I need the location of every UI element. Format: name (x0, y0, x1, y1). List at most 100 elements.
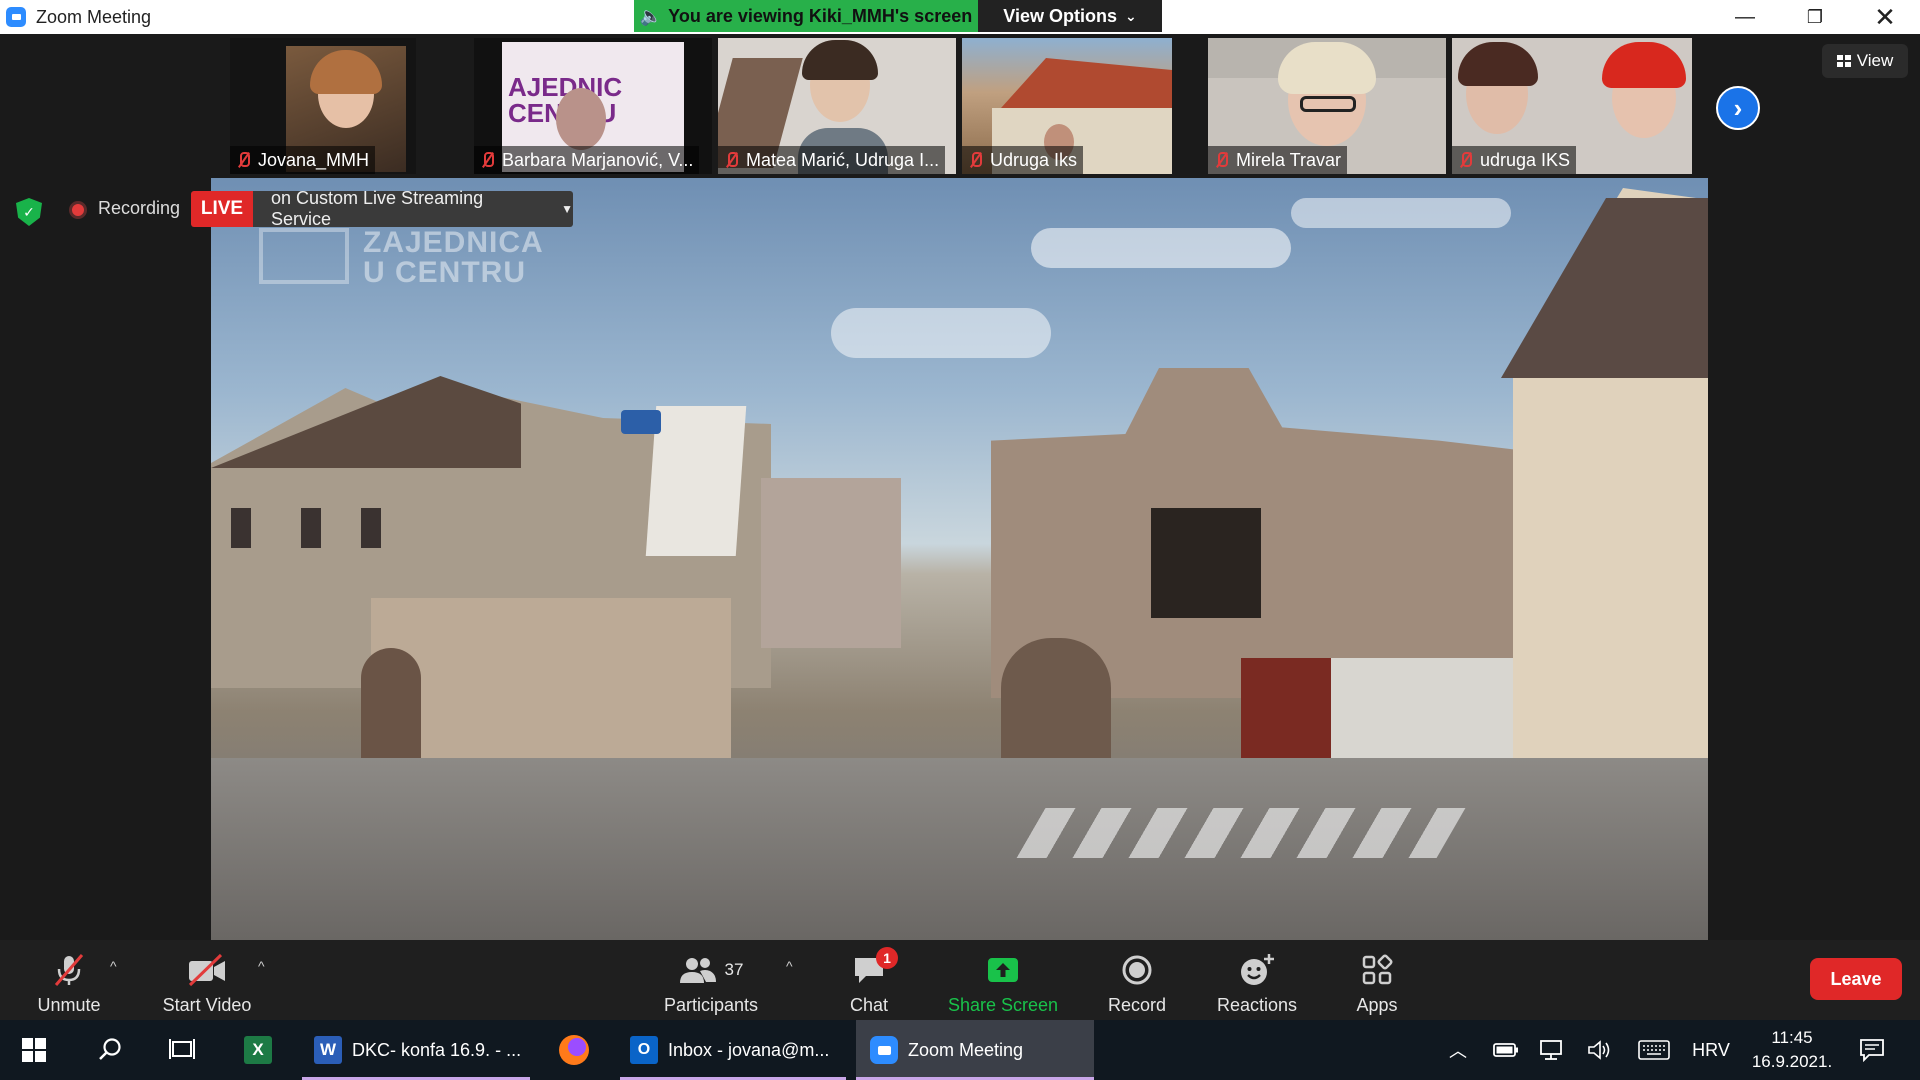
participant-tile[interactable]: Matea Marić, Udruga I... (718, 38, 956, 174)
zoom-app-icon (6, 7, 26, 27)
next-page-button[interactable]: › (1716, 86, 1760, 130)
apps-label: Apps (1356, 995, 1398, 1015)
record-label: Record (1107, 995, 1167, 1015)
share-screen-button[interactable]: Share Screen (938, 950, 1068, 1016)
search-icon (99, 1038, 121, 1060)
participant-tile[interactable]: AJEDNICCENTRU Barbara Marjanović, V... (474, 38, 712, 174)
input-language[interactable]: HRV (1686, 1020, 1736, 1080)
clock-time: 11:45 (1771, 1028, 1813, 1047)
taskbar-word-label: DKC- konfa 16.9. - ... (352, 1039, 522, 1060)
meeting-toolbar: Unmute ^ Start Video ^ 37 Participants ^… (0, 940, 1920, 1020)
recording-icon (69, 201, 87, 219)
mic-muted-icon (1456, 151, 1474, 169)
speaker-icon: 🔈 (639, 5, 663, 26)
taskbar-zoom[interactable]: Zoom Meeting (856, 1020, 1094, 1080)
mic-muted-icon (722, 151, 740, 169)
chat-label: Chat (849, 995, 889, 1015)
participant-tile[interactable]: Udruga Iks (962, 38, 1172, 174)
participant-tile[interactable]: Jovana_MMH (230, 38, 416, 174)
network-icon[interactable] (1534, 1020, 1570, 1080)
participant-name: Udruga Iks (990, 149, 1078, 170)
audio-options-caret[interactable]: ^ (110, 958, 117, 974)
outlook-icon: O (630, 1036, 658, 1064)
restore-icon: ❐ (1806, 6, 1824, 27)
taskbar-outlook[interactable]: O Inbox - jovana@m... (620, 1020, 846, 1080)
restore-button[interactable]: ❐ (1780, 0, 1850, 34)
task-view-button[interactable] (164, 1020, 200, 1080)
zoom-taskbar-icon (870, 1036, 898, 1064)
close-button[interactable]: ✕ (1850, 0, 1920, 34)
taskbar-excel[interactable]: X (240, 1020, 276, 1080)
record-button[interactable]: Record (1072, 950, 1202, 1016)
close-icon: ✕ (1874, 1, 1896, 32)
word-icon: W (314, 1036, 342, 1064)
system-clock[interactable]: 11:45 16.9.2021. (1742, 1020, 1842, 1080)
mic-muted-icon (1212, 151, 1230, 169)
mic-muted-icon (478, 151, 496, 169)
live-streaming-dropdown[interactable]: on Custom Live Streaming Service ▼ (253, 188, 573, 229)
viewing-banner-text: You are viewing Kiki_MMH's screen (668, 5, 973, 26)
mic-muted-icon (234, 151, 252, 169)
shared-screen: ZAJEDNICA U CENTRU (211, 178, 1708, 940)
smiley-plus-icon (1241, 954, 1274, 985)
firefox-icon (559, 1035, 589, 1065)
participants-label: Participants (663, 995, 759, 1015)
participants-count: 37 (724, 960, 744, 979)
reactions-button[interactable]: Reactions (1192, 950, 1322, 1016)
leave-button[interactable]: Leave (1810, 958, 1902, 1000)
participant-name: Mirela Travar (1236, 149, 1342, 170)
participant-name: Barbara Marjanović, V... (502, 149, 694, 170)
recording-status: Recording (98, 198, 181, 218)
task-view-icon (169, 1039, 195, 1059)
chat-unread-badge: 1 (876, 947, 898, 969)
notifications-icon[interactable] (1854, 1020, 1890, 1080)
participants-button[interactable]: 37 Participants (646, 950, 776, 1016)
start-button[interactable] (16, 1020, 52, 1080)
participants-icon (679, 958, 716, 983)
apps-button[interactable]: Apps (1312, 950, 1442, 1016)
gallery-grid-icon (1836, 55, 1851, 67)
live-badge: LIVE (191, 191, 253, 227)
watermark-text-line1: ZAJEDNICA (363, 226, 544, 259)
taskbar-firefox[interactable] (556, 1020, 592, 1080)
share-screen-label: Share Screen (947, 995, 1059, 1015)
microphone-muted-icon (52, 953, 86, 987)
chevron-right-icon: › (1733, 92, 1743, 123)
windows-taskbar: X W DKC- konfa 16.9. - ... O Inbox - jov… (0, 1020, 1920, 1080)
battery-icon[interactable] (1488, 1020, 1524, 1080)
apps-icon (1362, 954, 1393, 985)
share-screen-icon (988, 958, 1018, 982)
video-options-caret[interactable]: ^ (258, 958, 265, 974)
reactions-label: Reactions (1216, 995, 1298, 1015)
keyboard-icon[interactable] (1634, 1020, 1674, 1080)
participants-options-caret[interactable]: ^ (786, 958, 793, 974)
view-button[interactable]: View (1822, 44, 1908, 78)
watermark-text-line2: U CENTRU (363, 256, 526, 289)
show-hidden-icons-button[interactable]: ︿ (1440, 1020, 1476, 1080)
mic-muted-icon (966, 151, 984, 169)
volume-icon[interactable] (1582, 1020, 1618, 1080)
participant-tile[interactable]: Mirela Travar (1208, 38, 1446, 174)
participant-name: udruga IKS (1480, 149, 1571, 170)
minimize-button[interactable]: — (1710, 0, 1780, 34)
taskbar-outlook-label: Inbox - jovana@m... (668, 1039, 830, 1060)
video-off-icon (187, 953, 227, 987)
view-options-label: View Options (1003, 5, 1117, 26)
search-button[interactable] (92, 1020, 128, 1080)
participant-name: Matea Marić, Udruga I... (746, 149, 940, 170)
participant-name: Jovana_MMH (258, 149, 370, 170)
view-label: View (1856, 51, 1894, 70)
chevron-up-icon: ︿ (1449, 1041, 1467, 1061)
start-video-label: Start Video (162, 995, 252, 1015)
excel-icon: X (244, 1036, 272, 1064)
watermark-logo-icon (259, 228, 349, 284)
taskbar-word[interactable]: W DKC- konfa 16.9. - ... (302, 1020, 530, 1080)
clock-date: 16.9.2021. (1751, 1052, 1833, 1071)
chevron-down-icon: ⌄ (1124, 7, 1137, 24)
chat-button[interactable]: 1 Chat (804, 947, 934, 1016)
view-options-button[interactable]: View Options ⌄ (978, 0, 1162, 32)
windows-logo-icon (22, 1038, 46, 1062)
start-video-button[interactable]: Start Video (142, 950, 272, 1016)
participant-tile[interactable]: udruga IKS (1452, 38, 1692, 174)
taskbar-zoom-label: Zoom Meeting (908, 1039, 1024, 1060)
